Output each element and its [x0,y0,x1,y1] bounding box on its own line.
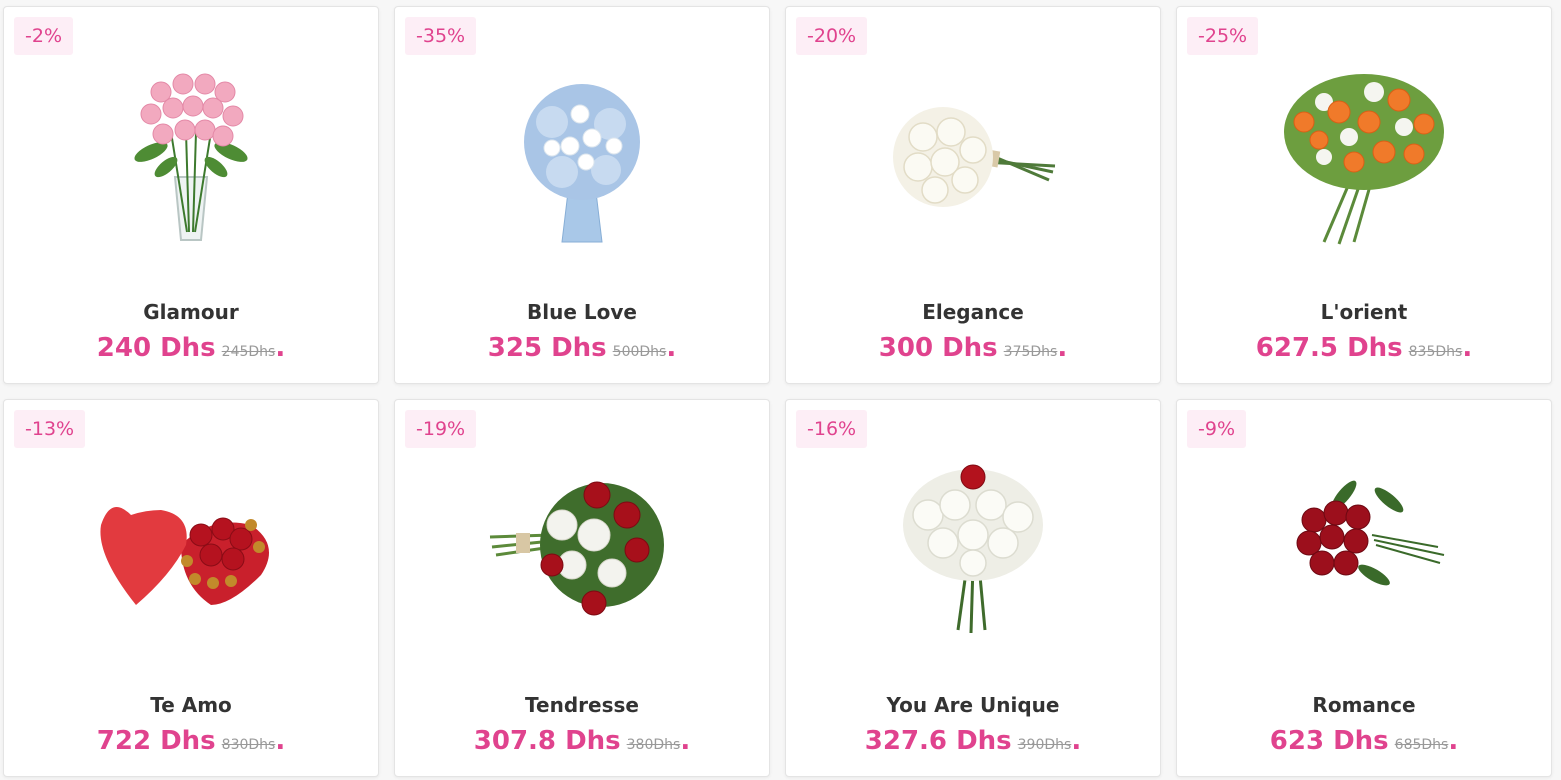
discount-badge: -16% [796,410,868,448]
current-price: 627.5 Dhs [1255,333,1403,363]
price-line: 722 Dhs 830Dhs. [4,726,378,756]
product-card-tendresse[interactable]: -19% Tendresse 307.8 Dhs 380Dhs. [394,399,770,777]
old-price: 375Dhs [1003,344,1058,360]
discount-badge: -25% [1187,17,1259,55]
current-price: 240 Dhs [96,333,216,363]
old-price: 685Dhs [1394,737,1449,753]
product-card-glamour[interactable]: -2% Glamour 240 Dhs 245Dhs. [3,6,379,384]
white-roses-red-rose-bouquet-image[interactable] [873,455,1073,645]
product-grid: -2% Glamour 240 Dhs 245Dhs. -35% Blue Lo… [0,0,1561,780]
product-name[interactable]: Blue Love [395,300,769,324]
product-card-lorient[interactable]: -25% L'orient 627.5 Dhs 835Dhs. [1176,6,1552,384]
discount-badge: -2% [14,17,73,55]
product-card-romance[interactable]: -9% Romance 623 Dhs 685Dhs. [1176,399,1552,777]
current-price: 623 Dhs [1269,726,1389,756]
red-roses-bouquet-image[interactable] [1264,455,1464,645]
price-line: 307.8 Dhs 380Dhs. [395,726,769,756]
product-card-blue-love[interactable]: -35% Blue Love 325 Dhs 500Dhs. [394,6,770,384]
product-name[interactable]: Glamour [4,300,378,324]
price-line: 623 Dhs 685Dhs. [1177,726,1551,756]
price-dot: . [275,726,286,756]
current-price: 722 Dhs [96,726,216,756]
current-price: 327.6 Dhs [864,726,1012,756]
discount-badge: -9% [1187,410,1246,448]
price-line: 325 Dhs 500Dhs. [395,333,769,363]
product-name[interactable]: Elegance [786,300,1160,324]
old-price: 390Dhs [1017,737,1072,753]
product-card-te-amo[interactable]: -13% Te Amo 722 Dhs 830Dhs. [3,399,379,777]
discount-badge: -20% [796,17,868,55]
current-price: 325 Dhs [487,333,607,363]
old-price: 380Dhs [626,737,681,753]
product-name[interactable]: Romance [1177,693,1551,717]
discount-badge: -13% [14,410,86,448]
red-white-bouquet-image[interactable] [482,455,682,645]
old-price: 830Dhs [221,737,276,753]
price-dot: . [680,726,691,756]
discount-badge: -19% [405,410,477,448]
old-price: 245Dhs [221,344,276,360]
blue-hydrangea-bouquet-image[interactable] [482,62,682,252]
heart-box-roses-chocolates-image[interactable] [91,455,291,645]
price-line: 627.5 Dhs 835Dhs. [1177,333,1551,363]
price-line: 327.6 Dhs 390Dhs. [786,726,1160,756]
product-name[interactable]: You Are Unique [786,693,1160,717]
price-line: 240 Dhs 245Dhs. [4,333,378,363]
orange-white-bouquet-image[interactable] [1264,62,1464,252]
pink-roses-vase-image[interactable] [91,62,291,252]
price-dot: . [666,333,677,363]
price-dot: . [275,333,286,363]
product-name[interactable]: Te Amo [4,693,378,717]
product-card-you-are-unique[interactable]: -16% You Are Unique 327.6 Dhs 390Dhs. [785,399,1161,777]
discount-badge: -35% [405,17,477,55]
old-price: 835Dhs [1408,344,1463,360]
white-roses-bouquet-image[interactable] [873,62,1073,252]
price-dot: . [1448,726,1459,756]
price-dot: . [1462,333,1473,363]
current-price: 307.8 Dhs [473,726,621,756]
current-price: 300 Dhs [878,333,998,363]
product-name[interactable]: Tendresse [395,693,769,717]
price-dot: . [1071,726,1082,756]
old-price: 500Dhs [612,344,667,360]
product-name[interactable]: L'orient [1177,300,1551,324]
price-line: 300 Dhs 375Dhs. [786,333,1160,363]
product-card-elegance[interactable]: -20% Elegance 300 Dhs 375Dhs. [785,6,1161,384]
price-dot: . [1057,333,1068,363]
